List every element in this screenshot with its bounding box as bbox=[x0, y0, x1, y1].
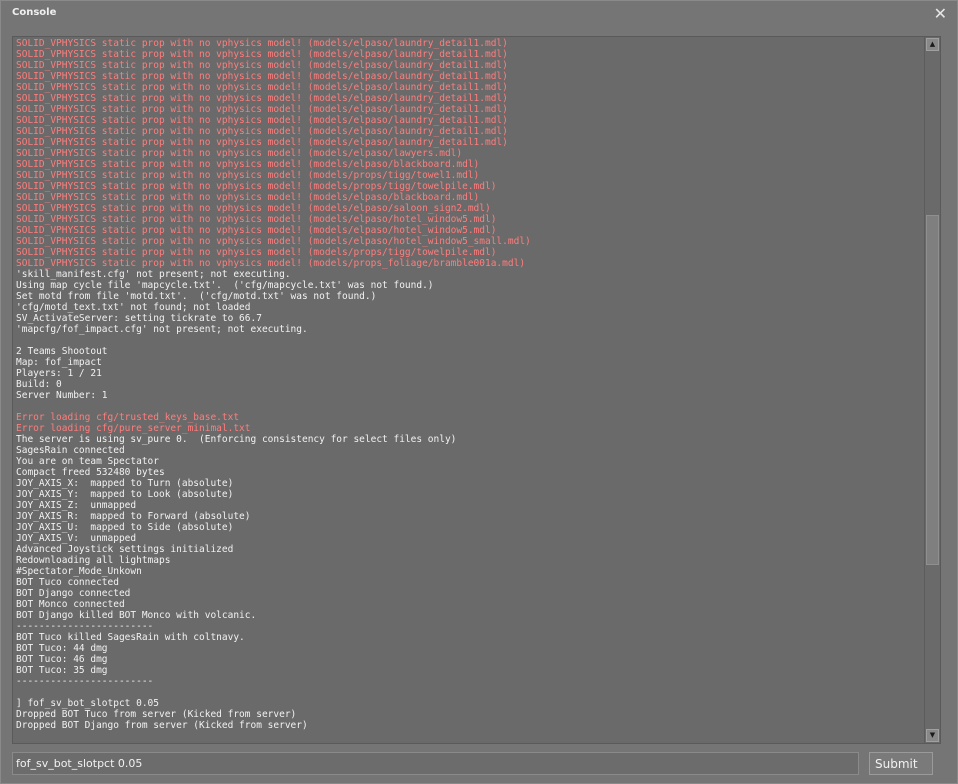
log-line: 2 Teams Shootout bbox=[16, 346, 108, 357]
log-line: BOT Tuco: 35 dmg bbox=[16, 665, 108, 676]
log-line: Redownloading all lightmaps bbox=[16, 555, 171, 566]
log-line: Set motd from file 'motd.txt'. ('cfg/mot… bbox=[16, 291, 377, 302]
log-line: JOY_AXIS_U: mapped to Side (absolute) bbox=[16, 522, 234, 533]
log-line: 'mapcfg/fof_impact.cfg' not present; not… bbox=[16, 324, 308, 335]
log-line: Dropped BOT Tuco from server (Kicked fro… bbox=[16, 709, 297, 720]
log-text: SOLID_VPHYSICS static prop with no vphys… bbox=[16, 38, 921, 731]
title-bar[interactable]: Console ✕ bbox=[1, 1, 957, 27]
command-input[interactable] bbox=[12, 752, 859, 775]
log-line: Players: 1 / 21 bbox=[16, 368, 102, 379]
log-line-error: SOLID_VPHYSICS static prop with no vphys… bbox=[16, 159, 480, 170]
log-line-error: SOLID_VPHYSICS static prop with no vphys… bbox=[16, 93, 508, 104]
scroll-up-icon[interactable]: ▲ bbox=[926, 38, 939, 51]
log-line: Compact freed 532480 bytes bbox=[16, 467, 165, 478]
console-window: Console ✕ SOLID_VPHYSICS static prop wit… bbox=[0, 0, 958, 784]
log-line-error: SOLID_VPHYSICS static prop with no vphys… bbox=[16, 214, 497, 225]
log-line-error: SOLID_VPHYSICS static prop with no vphys… bbox=[16, 137, 508, 148]
window-title: Console bbox=[12, 7, 57, 18]
log-line: 'skill_manifest.cfg' not present; not ex… bbox=[16, 269, 291, 280]
log-line: ------------------------ bbox=[16, 621, 154, 632]
log-line-error: SOLID_VPHYSICS static prop with no vphys… bbox=[16, 38, 508, 49]
log-line-error: SOLID_VPHYSICS static prop with no vphys… bbox=[16, 203, 491, 214]
log-line: Using map cycle file 'mapcycle.txt'. ('c… bbox=[16, 280, 434, 291]
log-line: #Spectator_Mode_Unkown bbox=[16, 566, 142, 577]
log-line: BOT Django killed BOT Monco with volcani… bbox=[16, 610, 257, 621]
log-line-error: SOLID_VPHYSICS static prop with no vphys… bbox=[16, 225, 497, 236]
log-line-error: SOLID_VPHYSICS static prop with no vphys… bbox=[16, 236, 531, 247]
log-line: BOT Tuco killed SagesRain with coltnavy. bbox=[16, 632, 245, 643]
log-line-error: SOLID_VPHYSICS static prop with no vphys… bbox=[16, 60, 508, 71]
log-line-error: SOLID_VPHYSICS static prop with no vphys… bbox=[16, 148, 463, 159]
close-icon[interactable]: ✕ bbox=[934, 4, 947, 24]
log-line-error: SOLID_VPHYSICS static prop with no vphys… bbox=[16, 71, 508, 82]
log-line: The server is using sv_pure 0. (Enforcin… bbox=[16, 434, 457, 445]
log-line-error: SOLID_VPHYSICS static prop with no vphys… bbox=[16, 258, 526, 269]
log-line-error: SOLID_VPHYSICS static prop with no vphys… bbox=[16, 115, 508, 126]
log-line-error: Error loading cfg/pure_server_minimal.tx… bbox=[16, 423, 251, 434]
log-line: SagesRain connected bbox=[16, 445, 125, 456]
scrollbar[interactable]: ▲ ▼ bbox=[924, 37, 940, 743]
log-line-error: SOLID_VPHYSICS static prop with no vphys… bbox=[16, 170, 480, 181]
log-line-error: SOLID_VPHYSICS static prop with no vphys… bbox=[16, 49, 508, 60]
log-line-error: SOLID_VPHYSICS static prop with no vphys… bbox=[16, 247, 497, 258]
log-line: JOY_AXIS_Z: unmapped bbox=[16, 500, 137, 511]
log-line: 'cfg/motd_text.txt' not found; not loade… bbox=[16, 302, 251, 313]
log-line: BOT Tuco: 44 dmg bbox=[16, 643, 108, 654]
log-line: JOY_AXIS_Y: mapped to Look (absolute) bbox=[16, 489, 234, 500]
console-output[interactable]: SOLID_VPHYSICS static prop with no vphys… bbox=[12, 36, 941, 744]
log-line: SV_ActivateServer: setting tickrate to 6… bbox=[16, 313, 262, 324]
log-line: Advanced Joystick settings initialized bbox=[16, 544, 234, 555]
log-line: JOY_AXIS_X: mapped to Turn (absolute) bbox=[16, 478, 234, 489]
log-line: Map: fof_impact bbox=[16, 357, 102, 368]
log-line: BOT Django connected bbox=[16, 588, 131, 599]
log-line: JOY_AXIS_V: unmapped bbox=[16, 533, 137, 544]
log-line: Server Number: 1 bbox=[16, 390, 108, 401]
log-line: ------------------------ bbox=[16, 676, 154, 687]
log-line: JOY_AXIS_R: mapped to Forward (absolute) bbox=[16, 511, 251, 522]
log-line: ] fof_sv_bot_slotpct 0.05 bbox=[16, 698, 159, 709]
submit-button[interactable]: Submit bbox=[869, 752, 933, 775]
log-line: You are on team Spectator bbox=[16, 456, 159, 467]
scroll-thumb[interactable] bbox=[926, 215, 939, 565]
scroll-down-icon[interactable]: ▼ bbox=[926, 729, 939, 742]
log-line-error: SOLID_VPHYSICS static prop with no vphys… bbox=[16, 192, 480, 203]
log-line-error: Error loading cfg/trusted_keys_base.txt bbox=[16, 412, 240, 423]
log-line-error: SOLID_VPHYSICS static prop with no vphys… bbox=[16, 126, 508, 137]
log-line: Dropped BOT Django from server (Kicked f… bbox=[16, 720, 308, 731]
log-line-error: SOLID_VPHYSICS static prop with no vphys… bbox=[16, 104, 508, 115]
log-line-error: SOLID_VPHYSICS static prop with no vphys… bbox=[16, 181, 497, 192]
log-line: BOT Tuco: 46 dmg bbox=[16, 654, 108, 665]
log-line-error: SOLID_VPHYSICS static prop with no vphys… bbox=[16, 82, 508, 93]
log-line: BOT Monco connected bbox=[16, 599, 125, 610]
log-line: Build: 0 bbox=[16, 379, 62, 390]
log-line: BOT Tuco connected bbox=[16, 577, 119, 588]
